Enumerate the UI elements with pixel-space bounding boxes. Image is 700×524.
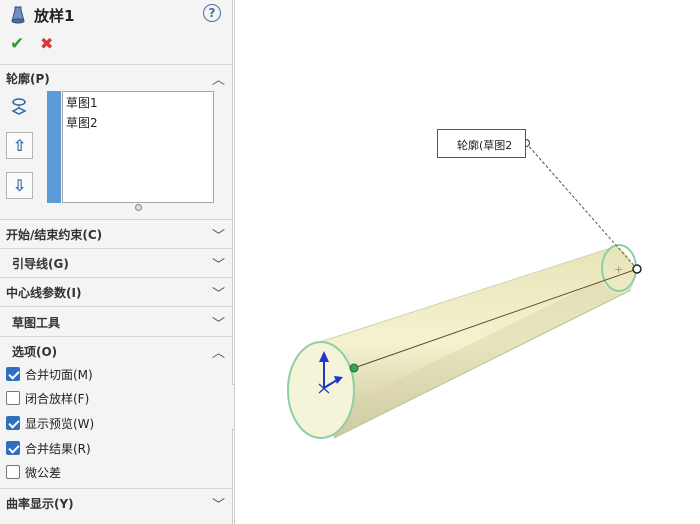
- option-label: 闭合放样(F): [25, 392, 90, 406]
- chevron-down-icon[interactable]: ﹀: [212, 283, 225, 302]
- option-label: 合并切面(M): [25, 368, 93, 382]
- chevron-up-icon[interactable]: ︿: [212, 69, 225, 88]
- section-curvature-label: 曲率显示(Y): [6, 497, 74, 511]
- section-guides-label: 引导线(G): [12, 257, 69, 271]
- checkbox[interactable]: [6, 391, 20, 405]
- profile-list[interactable]: 草图1 草图2: [62, 91, 214, 203]
- section-options-header[interactable]: 选项(O) ︿: [0, 337, 233, 365]
- chevron-up-icon[interactable]: ︿: [212, 342, 225, 361]
- feature-title: 放样1: [34, 7, 75, 25]
- feature-title-row: 放样1 ?: [0, 0, 233, 30]
- profile-callout[interactable]: 轮廓(草图2: [437, 129, 526, 158]
- section-centerline-header[interactable]: 中心线参数(I) ﹀: [0, 278, 233, 306]
- arrow-up-icon: ⇧: [12, 136, 27, 155]
- section-profiles-label: 轮廓(P): [6, 72, 50, 86]
- end-point-handle[interactable]: [632, 264, 642, 274]
- list-resize-handle[interactable]: [135, 204, 142, 211]
- section-centerline-label: 中心线参数(I): [6, 286, 82, 300]
- callout-label: 轮廓(草图2: [457, 139, 513, 152]
- start-point-handle[interactable]: [349, 363, 359, 373]
- ok-button[interactable]: ✔: [10, 34, 24, 54]
- section-start-end-header[interactable]: 开始/结束约束(C) ﹀: [0, 220, 233, 248]
- model-canvas[interactable]: +: [235, 0, 700, 524]
- divider: [0, 306, 233, 307]
- option-label: 微公差: [25, 466, 62, 480]
- graphics-viewport[interactable]: +: [234, 0, 700, 524]
- section-options-label: 选项(O): [12, 345, 58, 359]
- checkbox[interactable]: [6, 367, 20, 381]
- checkbox[interactable]: [6, 441, 20, 455]
- help-button[interactable]: ?: [203, 4, 221, 22]
- section-sketch-tools-header[interactable]: 草图工具 ﹀: [0, 308, 233, 336]
- profile-list-color-bar: [47, 91, 61, 203]
- property-manager-panel: 放样1 ? ✔ ✖ 轮廓(P) ︿ ⇧ ⇩ 草图1 草图2 开始/结束约束(C)…: [0, 0, 233, 524]
- chevron-down-icon[interactable]: ﹀: [212, 494, 225, 513]
- option-label: 显示预览(W): [25, 417, 95, 431]
- move-up-button[interactable]: ⇧: [6, 132, 33, 159]
- move-down-button[interactable]: ⇩: [6, 172, 33, 199]
- arrow-down-icon: ⇩: [12, 176, 27, 195]
- section-curvature-header[interactable]: 曲率显示(Y) ﹀: [0, 489, 233, 517]
- section-start-end-label: 开始/结束约束(C): [6, 228, 103, 242]
- section-profiles-header[interactable]: 轮廓(P) ︿: [0, 64, 233, 92]
- list-item[interactable]: 草图2: [66, 114, 98, 131]
- callout-leader: [525, 142, 638, 270]
- chevron-down-icon[interactable]: ﹀: [212, 254, 225, 273]
- section-guides-header[interactable]: 引导线(G) ﹀: [0, 249, 233, 277]
- chevron-down-icon[interactable]: ﹀: [212, 225, 225, 244]
- section-sketch-tools-label: 草图工具: [12, 316, 61, 330]
- list-item[interactable]: 草图1: [66, 94, 98, 111]
- option-label: 合并结果(R): [25, 442, 91, 456]
- chevron-down-icon[interactable]: ﹀: [212, 313, 225, 332]
- start-profile-ring[interactable]: [287, 341, 355, 439]
- checkbox[interactable]: [6, 416, 20, 430]
- profile-icon: [11, 98, 27, 115]
- cancel-button[interactable]: ✖: [40, 34, 53, 53]
- checkbox[interactable]: [6, 465, 20, 479]
- loft-feature-icon: [11, 6, 25, 24]
